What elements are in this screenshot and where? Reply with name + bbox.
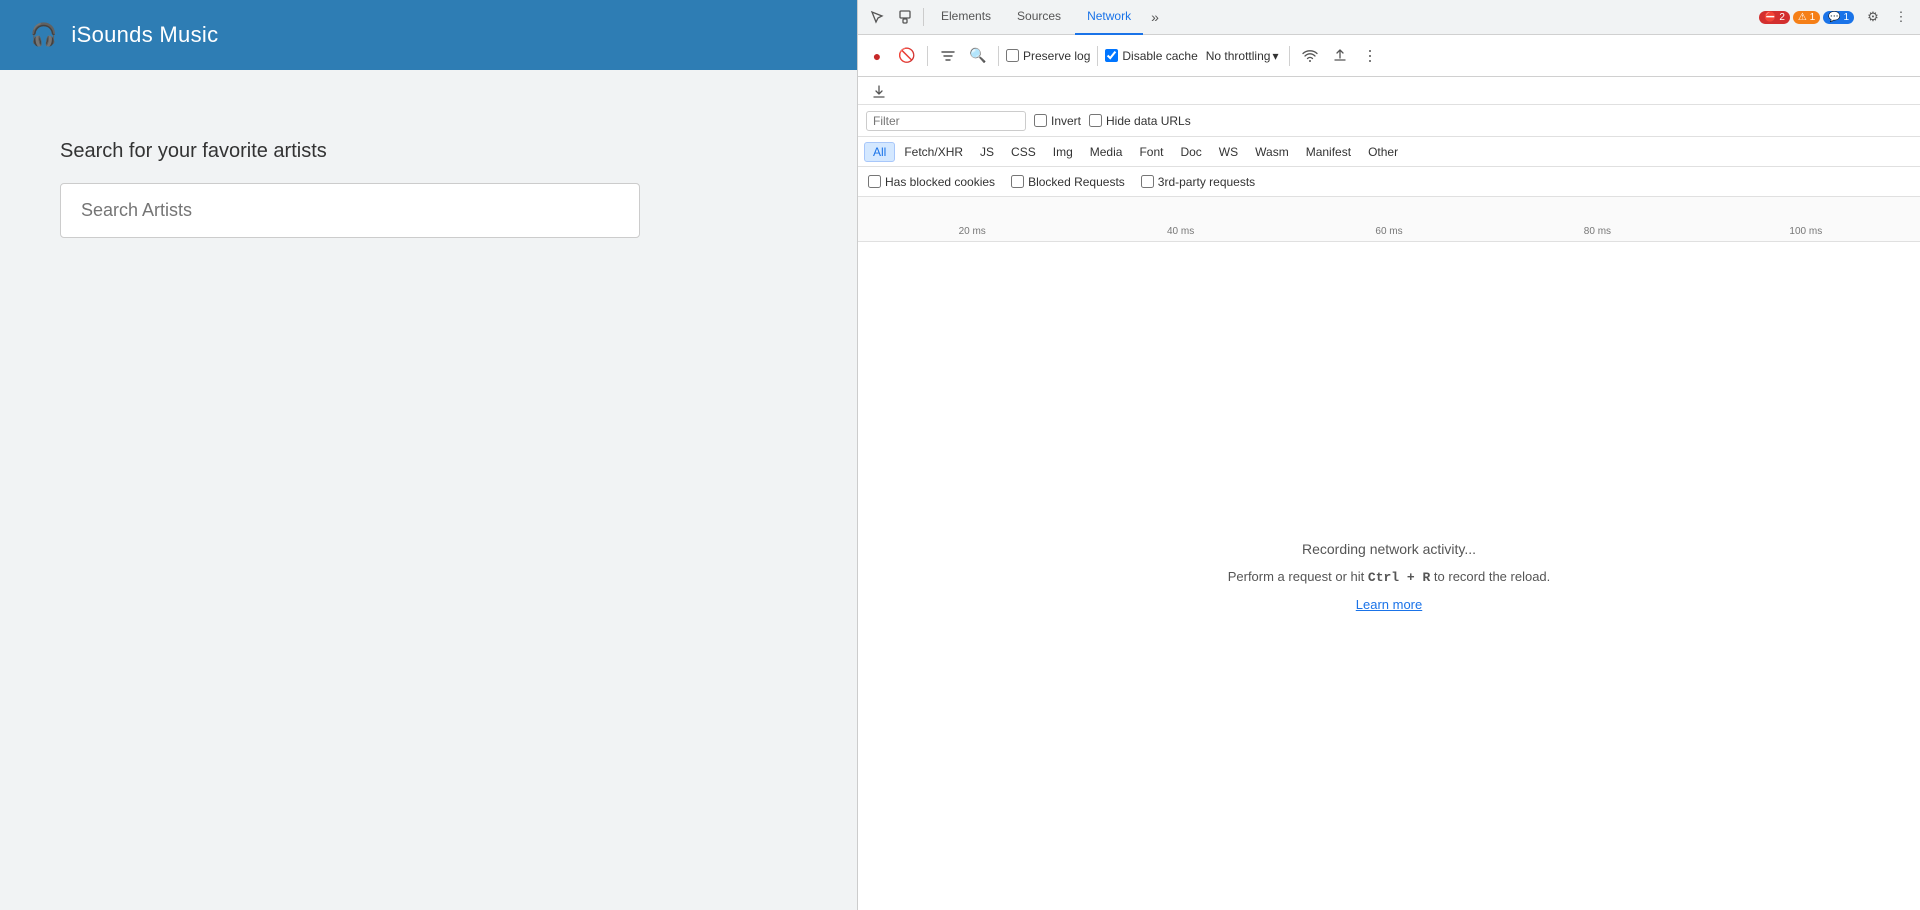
timeline-marker-40: 40 ms: [1076, 226, 1284, 237]
app-area: 🎧 iSounds Music Search for your favorite…: [0, 0, 857, 910]
type-filter-row: All Fetch/XHR JS CSS Img Media Font Doc …: [858, 137, 1920, 167]
devtools-panel: Elements Sources Network » ⛔ 2 ⚠ 1 💬 1 ⚙…: [857, 0, 1920, 910]
app-content: Search for your favorite artists: [0, 70, 857, 910]
empty-title: Recording network activity...: [1302, 541, 1476, 557]
clear-button[interactable]: 🚫: [894, 43, 920, 69]
inspect-element-button[interactable]: [864, 4, 890, 30]
type-filter-doc[interactable]: Doc: [1172, 143, 1209, 161]
timeline-marker-60: 60 ms: [1285, 226, 1493, 237]
blocked-requests-checkbox[interactable]: [1011, 175, 1024, 188]
record-button[interactable]: ●: [864, 43, 890, 69]
device-toolbar-button[interactable]: [892, 4, 918, 30]
headphone-icon: 🎧: [30, 22, 57, 48]
learn-more-link[interactable]: Learn more: [1356, 597, 1422, 612]
has-blocked-cookies-checkbox[interactable]: [868, 175, 881, 188]
wifi-icon-button[interactable]: [1297, 43, 1323, 69]
search-button[interactable]: 🔍: [965, 43, 991, 69]
preserve-log-label[interactable]: Preserve log: [1006, 49, 1090, 63]
download-button[interactable]: [866, 79, 892, 105]
type-filter-js[interactable]: JS: [972, 143, 1002, 161]
preserve-log-checkbox[interactable]: [1006, 49, 1019, 62]
filter-row: Invert Hide data URLs: [858, 105, 1920, 137]
third-party-checkbox[interactable]: [1141, 175, 1154, 188]
third-party-label[interactable]: 3rd-party requests: [1141, 175, 1255, 189]
search-input[interactable]: [60, 183, 640, 238]
search-input-wrapper: [60, 183, 640, 238]
filter-button[interactable]: [935, 43, 961, 69]
app-header: 🎧 iSounds Music: [0, 0, 857, 70]
more-options-button[interactable]: ⋮: [1888, 4, 1914, 30]
settings-button[interactable]: ⚙: [1860, 4, 1886, 30]
devtools-toolbar: ● 🚫 🔍 Preserve log Disable cache No thro…: [858, 35, 1920, 77]
timeline-markers: 20 ms 40 ms 60 ms 80 ms 100 ms: [858, 226, 1920, 237]
app-title: iSounds Music: [71, 22, 218, 48]
empty-subtitle-post: to record the reload.: [1430, 569, 1550, 584]
error-badge: ⛔ 2: [1759, 11, 1790, 24]
search-label: Search for your favorite artists: [60, 140, 797, 163]
message-badge: 💬 1: [1823, 11, 1854, 24]
keyboard-shortcut: Ctrl + R: [1368, 570, 1430, 585]
type-filter-font[interactable]: Font: [1131, 143, 1171, 161]
disable-cache-checkbox[interactable]: [1105, 49, 1118, 62]
tab-separator: [923, 8, 924, 26]
empty-subtitle: Perform a request or hit Ctrl + R to rec…: [1228, 569, 1551, 585]
type-filter-wasm[interactable]: Wasm: [1247, 143, 1297, 161]
timeline-marker-80: 80 ms: [1493, 226, 1701, 237]
hide-data-urls-checkbox[interactable]: [1089, 114, 1102, 127]
check-row: Has blocked cookies Blocked Requests 3rd…: [858, 167, 1920, 197]
type-filter-media[interactable]: Media: [1082, 143, 1131, 161]
timeline-marker-100: 100 ms: [1702, 226, 1910, 237]
invert-checkbox[interactable]: [1034, 114, 1047, 127]
type-filter-css[interactable]: CSS: [1003, 143, 1044, 161]
invert-label[interactable]: Invert: [1034, 114, 1081, 128]
empty-state: Recording network activity... Perform a …: [858, 242, 1920, 910]
has-blocked-cookies-label[interactable]: Has blocked cookies: [868, 175, 995, 189]
timeline-header: 20 ms 40 ms 60 ms 80 ms 100 ms: [858, 197, 1920, 242]
toolbar-sep-1: [927, 46, 928, 66]
type-filter-ws[interactable]: WS: [1211, 143, 1246, 161]
type-filter-fetchxhr[interactable]: Fetch/XHR: [896, 143, 971, 161]
tab-sources[interactable]: Sources: [1005, 0, 1073, 35]
download-row: [858, 77, 1920, 105]
blocked-requests-label[interactable]: Blocked Requests: [1011, 175, 1125, 189]
type-filter-all[interactable]: All: [864, 142, 895, 162]
more-tabs-button[interactable]: »: [1145, 9, 1165, 25]
filter-input[interactable]: [866, 111, 1026, 131]
toolbar-sep-2: [998, 46, 999, 66]
type-filter-manifest[interactable]: Manifest: [1298, 143, 1359, 161]
empty-subtitle-pre: Perform a request or hit: [1228, 569, 1368, 584]
warning-badge: ⚠ 1: [1793, 11, 1820, 24]
more-tools-button[interactable]: [1357, 43, 1383, 69]
tab-elements[interactable]: Elements: [929, 0, 1003, 35]
type-filter-other[interactable]: Other: [1360, 143, 1406, 161]
throttle-select[interactable]: No throttling ▾: [1202, 47, 1283, 65]
toolbar-sep-4: [1289, 46, 1290, 66]
badge-group: ⛔ 2 ⚠ 1 💬 1: [1759, 11, 1854, 24]
hide-data-urls-label[interactable]: Hide data URLs: [1089, 114, 1191, 128]
tab-network[interactable]: Network: [1075, 0, 1143, 35]
upload-button[interactable]: [1327, 43, 1353, 69]
devtools-tab-bar: Elements Sources Network » ⛔ 2 ⚠ 1 💬 1 ⚙…: [858, 0, 1920, 35]
type-filter-img[interactable]: Img: [1045, 143, 1081, 161]
toolbar-sep-3: [1097, 46, 1098, 66]
disable-cache-label[interactable]: Disable cache: [1105, 49, 1197, 63]
timeline-marker-20: 20 ms: [868, 226, 1076, 237]
chevron-down-icon: ▾: [1272, 49, 1278, 63]
